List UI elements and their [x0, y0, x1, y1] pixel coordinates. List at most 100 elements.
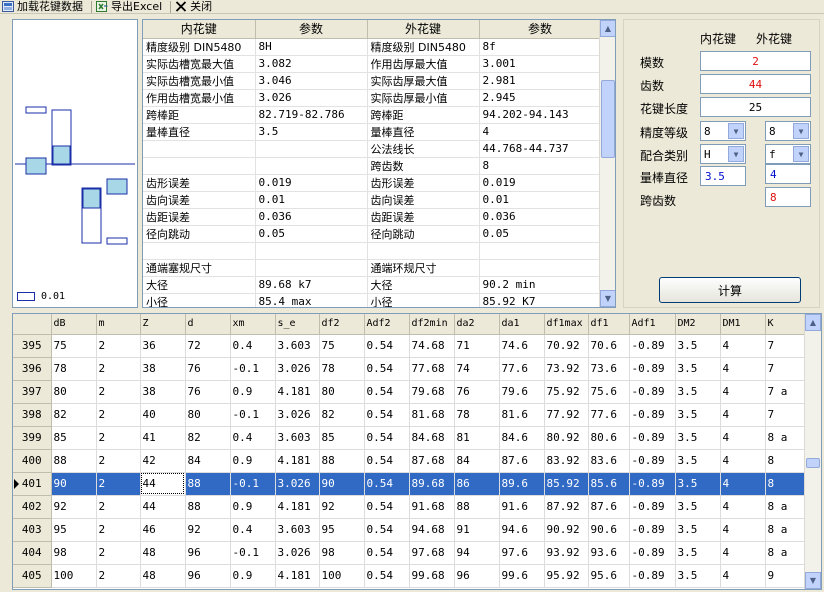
table-cell[interactable]: 90: [319, 472, 365, 496]
table-row[interactable]: 399 85 2 41 82 0.4 3.603 85 0.54 84.68 81 84.6 80.92…: [13, 426, 814, 450]
table-cell[interactable]: 89.68: [409, 472, 455, 496]
row-number[interactable]: 399: [13, 426, 52, 450]
table-cell[interactable]: 82: [51, 403, 97, 427]
parameter-value-cell[interactable]: 0.05: [255, 225, 368, 243]
table-cell[interactable]: 3.5: [675, 426, 721, 450]
table-cell[interactable]: 73.92: [544, 357, 589, 381]
column-header[interactable]: d: [185, 314, 231, 335]
table-cell[interactable]: 2: [96, 449, 141, 473]
table-cell[interactable]: 90.92: [544, 518, 589, 542]
table-cell[interactable]: 0.54: [364, 403, 410, 427]
table-cell[interactable]: 94.6: [499, 518, 545, 542]
parameter-name-cell[interactable]: 实际齿槽宽最小值: [143, 72, 256, 90]
parameter-value-cell[interactable]: [255, 157, 368, 175]
spline-length-input[interactable]: 25: [700, 97, 811, 117]
table-cell[interactable]: -0.89: [629, 357, 676, 381]
column-header[interactable]: xm: [230, 314, 276, 335]
parameter-value-cell[interactable]: 8: [479, 157, 602, 175]
table-cell[interactable]: 88: [454, 495, 500, 519]
column-header[interactable]: df2: [319, 314, 365, 335]
table-cell[interactable]: 0.54: [364, 518, 410, 542]
table-cell[interactable]: -0.89: [629, 403, 676, 427]
table-cell[interactable]: 74.68: [409, 334, 455, 358]
table-cell[interactable]: 2: [96, 472, 141, 496]
column-header[interactable]: da1: [499, 314, 545, 335]
table-cell[interactable]: 93.6: [588, 541, 630, 565]
parameter-name-cell[interactable]: 齿距误差: [367, 208, 480, 226]
parameter-name-cell[interactable]: 实际齿槽宽最大值: [143, 55, 256, 73]
parameter-name-cell[interactable]: 大径: [367, 276, 480, 294]
close-button[interactable]: 关闭: [173, 0, 218, 14]
parameter-name-cell[interactable]: 小径: [143, 293, 256, 307]
table-cell[interactable]: 3.026: [275, 403, 320, 427]
parameter-value-cell[interactable]: 3.082: [255, 55, 368, 73]
precision-grade-inner-select[interactable]: 8 ▼: [700, 121, 746, 141]
table-cell[interactable]: 90.6: [588, 518, 630, 542]
table-cell[interactable]: 2: [96, 426, 141, 450]
chevron-down-icon[interactable]: ▼: [728, 123, 744, 139]
table-cell[interactable]: 4: [720, 357, 766, 381]
parameter-value-cell[interactable]: 3.001: [479, 55, 602, 73]
load-spline-data-button[interactable]: 加载花键数据: [0, 0, 89, 14]
table-cell[interactable]: 0.54: [364, 564, 410, 588]
table-cell[interactable]: 70.92: [544, 334, 589, 358]
parameter-name-cell[interactable]: [143, 140, 256, 158]
teeth-count-input[interactable]: 44: [700, 74, 811, 94]
chevron-down-icon[interactable]: ▼: [793, 123, 809, 139]
parameter-value-cell[interactable]: 90.2 min: [479, 276, 602, 294]
table-cell[interactable]: 81.68: [409, 403, 455, 427]
table-cell[interactable]: 0.54: [364, 472, 410, 496]
row-number[interactable]: 398: [13, 403, 52, 427]
pin-diameter-outer-input[interactable]: 4: [765, 164, 811, 184]
table-cell[interactable]: 2: [96, 334, 141, 358]
table-cell[interactable]: 4.181: [275, 449, 320, 473]
parameter-value-cell[interactable]: [479, 259, 602, 277]
table-cell[interactable]: 0.4: [230, 334, 276, 358]
table-cell[interactable]: 85: [319, 426, 365, 450]
table-cell[interactable]: 85: [51, 426, 97, 450]
table-cell[interactable]: -0.89: [629, 334, 676, 358]
column-header[interactable]: df1max: [544, 314, 589, 335]
table-cell[interactable]: 92: [51, 495, 97, 519]
table-cell[interactable]: 77.6: [588, 403, 630, 427]
column-header[interactable]: DM2: [675, 314, 721, 335]
table-cell[interactable]: 0.54: [364, 380, 410, 404]
table-cell[interactable]: 75: [319, 334, 365, 358]
table-cell[interactable]: 2: [96, 495, 141, 519]
table-cell[interactable]: 91: [454, 518, 500, 542]
table-cell[interactable]: 0.4: [230, 426, 276, 450]
table-cell[interactable]: 95: [319, 518, 365, 542]
table-cell[interactable]: 95.6: [588, 564, 630, 588]
parameter-value-cell[interactable]: 3.026: [255, 89, 368, 107]
table-cell[interactable]: 48: [140, 564, 186, 588]
table-cell[interactable]: 4.181: [275, 564, 320, 588]
table-cell[interactable]: 3.026: [275, 541, 320, 565]
table-cell[interactable]: 77.92: [544, 403, 589, 427]
table-cell[interactable]: 4: [720, 403, 766, 427]
parameter-name-cell[interactable]: 公法线长: [367, 140, 480, 158]
table-cell[interactable]: -0.89: [629, 541, 676, 565]
table-cell[interactable]: 3.5: [675, 518, 721, 542]
row-number[interactable]: 396: [13, 357, 52, 381]
table-cell[interactable]: 75: [51, 334, 97, 358]
table-cell[interactable]: 0.4: [230, 518, 276, 542]
parameter-name-cell[interactable]: 量棒直径: [143, 123, 256, 141]
table-cell[interactable]: 36: [140, 334, 186, 358]
table-cell[interactable]: 88: [185, 472, 231, 496]
parameter-name-cell[interactable]: 径向跳动: [367, 225, 480, 243]
parameter-value-cell[interactable]: 0.01: [479, 191, 602, 209]
table-cell[interactable]: 82: [319, 403, 365, 427]
parameter-name-cell[interactable]: 跨齿数: [367, 157, 480, 175]
column-header[interactable]: Adf2: [364, 314, 410, 335]
parameter-name-cell[interactable]: 跨棒距: [367, 106, 480, 124]
table-cell[interactable]: 77.6: [499, 357, 545, 381]
table-cell[interactable]: 3.5: [675, 541, 721, 565]
table-cell[interactable]: 81: [454, 426, 500, 450]
parameter-value-cell[interactable]: 2.981: [479, 72, 602, 90]
parameter-name-cell[interactable]: [143, 242, 256, 260]
table-cell[interactable]: 41: [140, 426, 186, 450]
table-cell[interactable]: 97.68: [409, 541, 455, 565]
parameter-value-cell[interactable]: [255, 242, 368, 260]
parameter-name-cell[interactable]: 齿距误差: [143, 208, 256, 226]
parameter-name-cell[interactable]: 通端塞规尺寸: [143, 259, 256, 277]
